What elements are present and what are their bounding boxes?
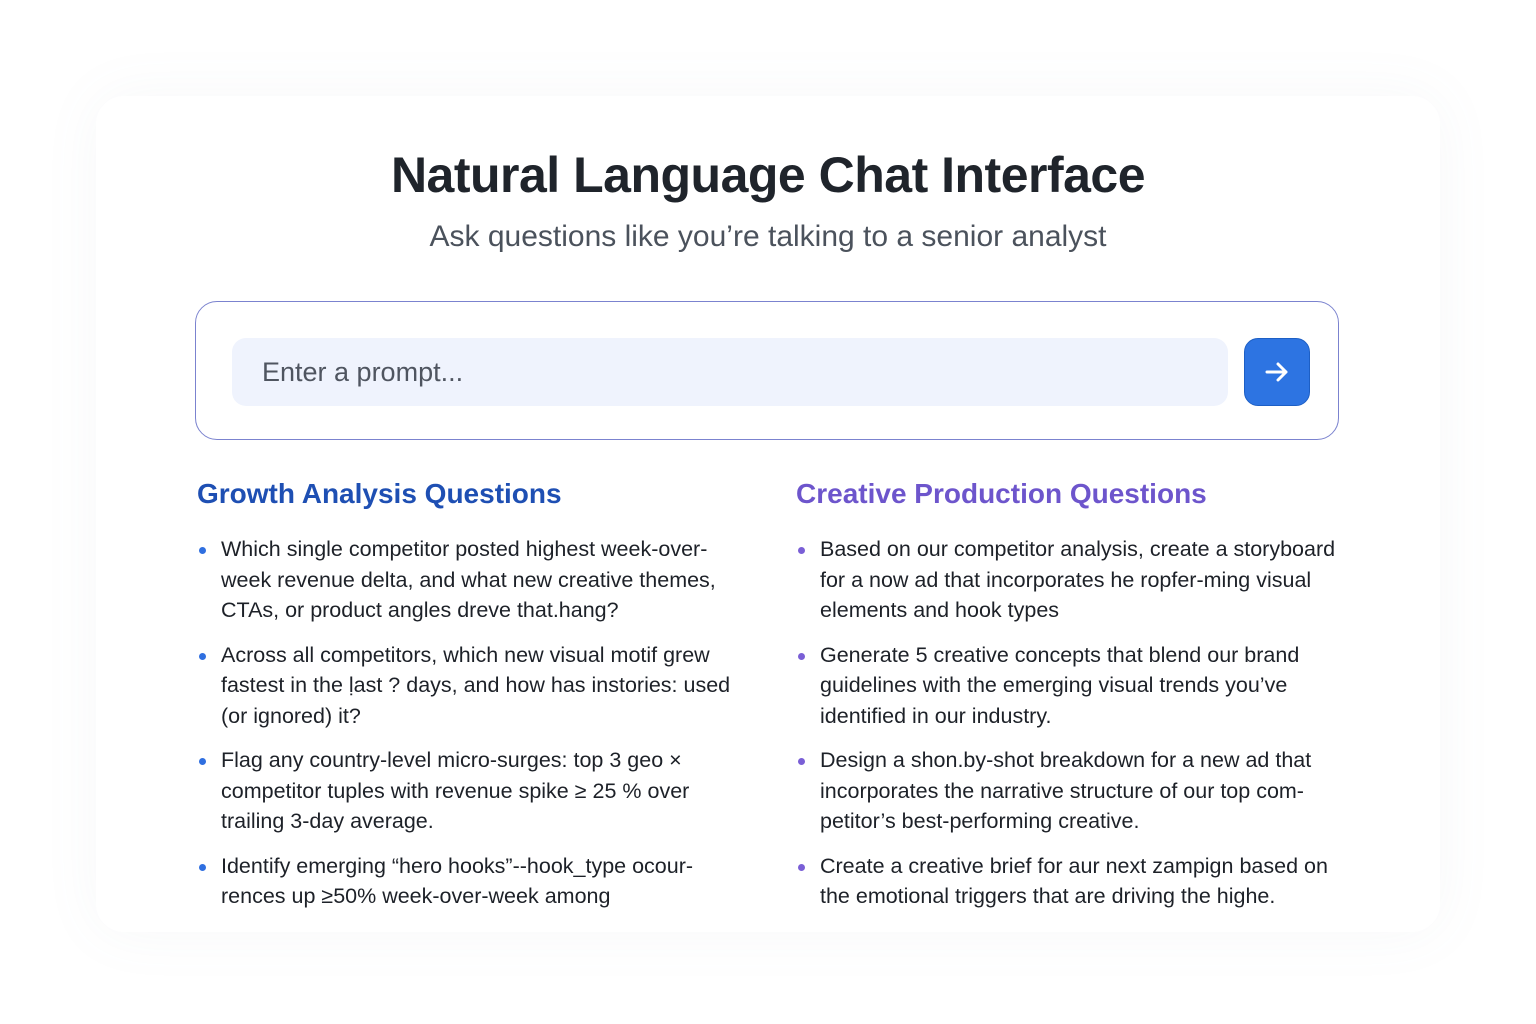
- creative-question-item[interactable]: Design a shon.by-shot breakdown for a ne…: [796, 745, 1356, 837]
- page: Natural Language Chat Interface Ask ques…: [0, 0, 1536, 1024]
- creative-question-item[interactable]: Generate 5 creative concepts that blend …: [796, 640, 1356, 732]
- growth-questions-section: Growth Analysis Questions Which single c…: [197, 474, 757, 926]
- growth-questions-list: Which single competitor posted highest w…: [197, 534, 757, 912]
- send-button[interactable]: [1244, 338, 1310, 406]
- growth-question-item[interactable]: Flag any country-level micro-surges: top…: [197, 745, 757, 837]
- page-subtitle: Ask questions like you’re talking to a s…: [429, 220, 1107, 253]
- arrow-right-icon: [1265, 362, 1288, 382]
- growth-question-item[interactable]: Identify emerging “hero hooks”--hook_typ…: [197, 851, 757, 912]
- creative-questions-section: Creative Production Questions Based on o…: [796, 474, 1356, 926]
- growth-question-item[interactable]: Which single competitor posted highest w…: [197, 534, 757, 626]
- growth-question-item[interactable]: Across all competitors, which new visual…: [197, 640, 757, 732]
- creative-question-item[interactable]: Create a creative brief for aur next zam…: [796, 851, 1356, 912]
- growth-questions-heading: Growth Analysis Questions: [197, 478, 562, 509]
- page-title: Natural Language Chat Interface: [390, 147, 1146, 203]
- creative-questions-list: Based on our competitor analysis, create…: [796, 534, 1356, 912]
- creative-questions-heading: Creative Production Questions: [796, 478, 1207, 509]
- prompt-container: [195, 301, 1339, 440]
- prompt-input[interactable]: [232, 338, 1228, 406]
- creative-question-item[interactable]: Based on our competitor analysis, create…: [796, 534, 1356, 626]
